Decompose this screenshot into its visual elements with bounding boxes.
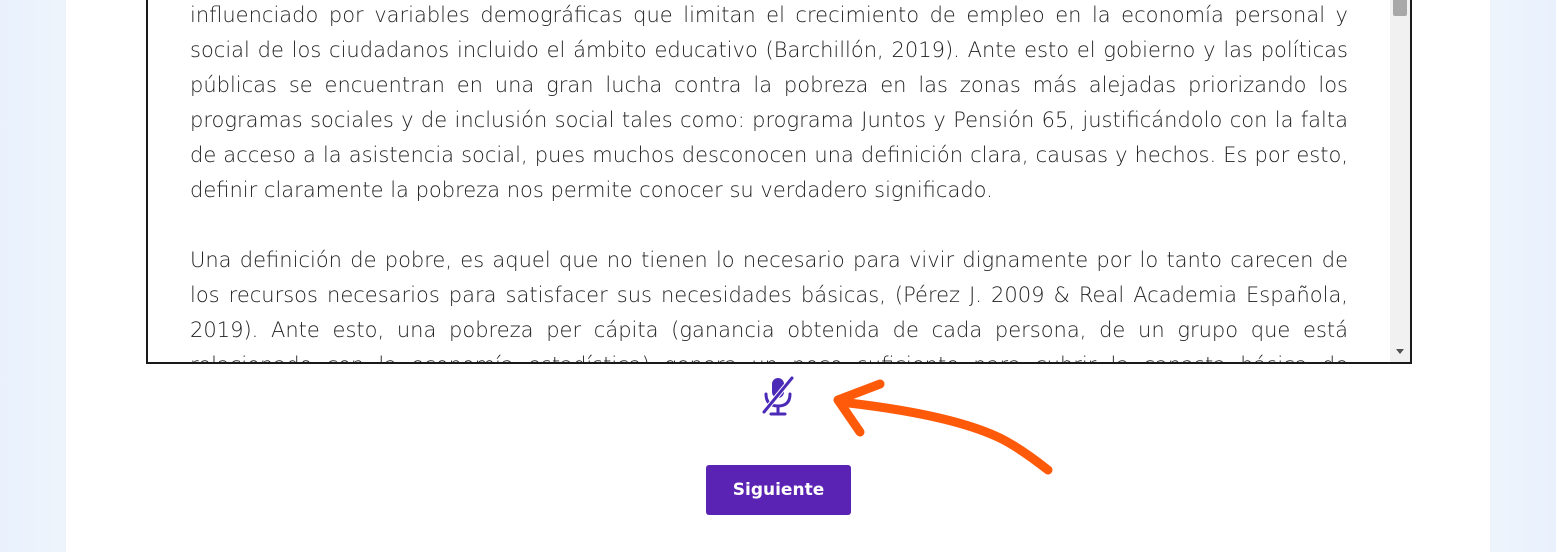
scrollbar-thumb[interactable] [1393, 0, 1407, 16]
text-scrollbar[interactable] [1390, 0, 1410, 362]
reading-text: influenciado por variables demográficas … [190, 0, 1348, 362]
microphone-muted-icon [761, 375, 795, 416]
reading-paragraph-1: influenciado por variables demográficas … [190, 3, 1348, 202]
annotation-arrow-icon [833, 379, 1053, 475]
reading-text-box[interactable]: influenciado por variables demográficas … [146, 0, 1412, 364]
microphone-toggle-button[interactable] [760, 374, 796, 418]
reading-paragraph-2: Una definición de pobre, es aquel que no… [190, 248, 1348, 362]
next-button[interactable]: Siguiente [706, 465, 851, 515]
scroll-down-arrow-icon[interactable] [1396, 349, 1404, 354]
